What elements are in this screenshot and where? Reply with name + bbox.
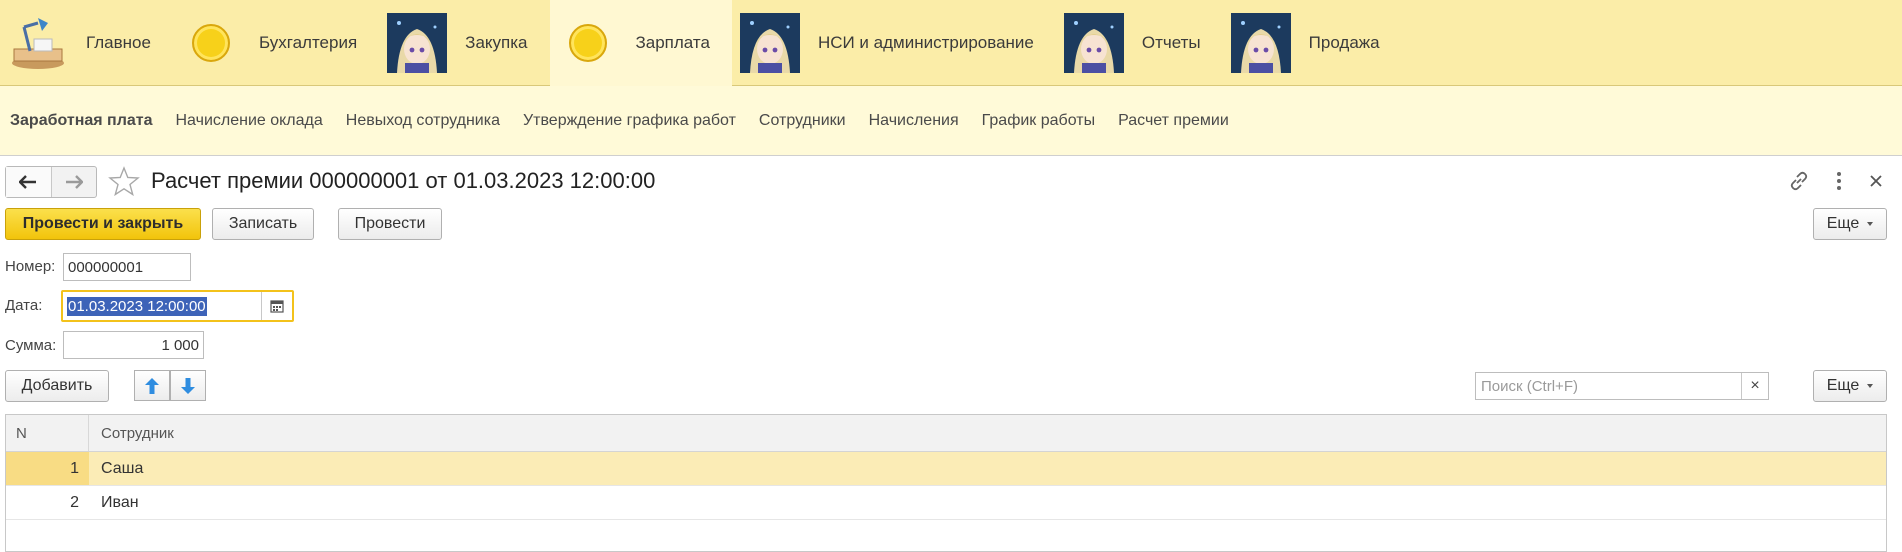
- calendar-icon: [270, 300, 284, 313]
- section-label: Зарплата: [635, 32, 710, 52]
- number-field[interactable]: 000000001: [63, 253, 191, 281]
- post-button[interactable]: Провести: [338, 208, 442, 240]
- star-favorite-icon[interactable]: [108, 166, 140, 196]
- table-header: N Сотрудник: [6, 415, 1886, 452]
- more-label: Еще: [1826, 215, 1860, 232]
- arrow-left-icon: [19, 175, 37, 189]
- chevron-down-icon: [1867, 222, 1874, 226]
- section-main[interactable]: Главное: [0, 0, 173, 86]
- avatar-icon: [1230, 12, 1291, 73]
- cmd-bonus-calc[interactable]: Расчет премии: [1118, 112, 1229, 130]
- date-label: Дата:: [5, 297, 43, 314]
- row-number: 2: [70, 493, 79, 511]
- clear-search-button[interactable]: ×: [1741, 373, 1768, 399]
- section-sales[interactable]: Продажа: [1223, 0, 1402, 86]
- coin-icon: [558, 13, 618, 73]
- column-header-n[interactable]: N: [6, 415, 89, 451]
- row-employee: Саша: [101, 459, 144, 477]
- table-more-button[interactable]: Еще: [1813, 370, 1887, 402]
- row-employee: Иван: [101, 493, 139, 511]
- search-input[interactable]: Поиск (Ctrl+F) ×: [1475, 372, 1769, 400]
- desk-lamp-icon: [8, 13, 68, 73]
- forward-button[interactable]: [52, 167, 97, 197]
- section-label: Продажа: [1308, 32, 1380, 52]
- more-button[interactable]: Еще: [1813, 208, 1887, 240]
- section-label: НСИ и администрирование: [817, 32, 1034, 52]
- command-panel: Заработная плата Начисление оклада Невых…: [0, 86, 1902, 156]
- more-vertical-icon[interactable]: [1828, 170, 1850, 192]
- calendar-button[interactable]: [261, 292, 292, 320]
- employees-table: N Сотрудник 1 Саша 2 Иван: [5, 414, 1887, 552]
- arrow-down-icon: [181, 377, 195, 394]
- section-admin[interactable]: НСИ и администрирование: [732, 0, 1056, 86]
- arrow-up-icon: [145, 377, 159, 394]
- section-label: Закупка: [465, 32, 528, 52]
- section-salary[interactable]: Зарплата: [549, 0, 732, 86]
- arrow-right-icon: [65, 175, 83, 189]
- add-row-button[interactable]: Добавить: [5, 370, 109, 402]
- cmd-work-schedule[interactable]: График работы: [982, 112, 1095, 130]
- chevron-down-icon: [1867, 384, 1874, 388]
- table-row[interactable]: 1 Саша: [6, 452, 1886, 486]
- cmd-employees[interactable]: Сотрудники: [759, 112, 846, 130]
- date-field[interactable]: 01.03.2023 12:00:00: [61, 290, 294, 322]
- table-row[interactable]: 2 Иван: [6, 486, 1886, 520]
- close-icon[interactable]: [1865, 170, 1887, 192]
- page-title: Расчет премии 000000001 от 01.03.2023 12…: [151, 168, 656, 193]
- row-number: 1: [6, 452, 89, 485]
- cmd-schedule-approval[interactable]: Утверждение графика работ: [523, 112, 736, 130]
- search-placeholder: Поиск (Ctrl+F): [1481, 377, 1578, 395]
- avatar-icon: [387, 12, 448, 73]
- cmd-employee-absence[interactable]: Невыход сотрудника: [346, 112, 500, 130]
- section-reports[interactable]: Отчеты: [1056, 0, 1223, 86]
- link-icon[interactable]: [1788, 170, 1810, 192]
- post-and-close-button[interactable]: Провести и закрыть: [5, 208, 201, 240]
- avatar-icon: [739, 12, 800, 73]
- column-header-employee[interactable]: Сотрудник: [89, 425, 174, 442]
- move-down-button[interactable]: [170, 370, 206, 401]
- section-accounting[interactable]: Бухгалтерия: [173, 0, 379, 86]
- section-purchase[interactable]: Закупка: [379, 0, 549, 86]
- date-value: 01.03.2023 12:00:00: [67, 296, 207, 316]
- sections-panel: Главное Бухгалтерия Закупка Зарплата НСИ…: [0, 0, 1902, 86]
- sum-field[interactable]: 1 000: [63, 331, 204, 359]
- cmd-salary[interactable]: Заработная плата: [10, 112, 153, 130]
- section-label: Отчеты: [1141, 32, 1201, 52]
- number-label: Номер:: [5, 258, 56, 275]
- avatar-icon: [1063, 12, 1124, 73]
- nav-buttons: [5, 166, 97, 198]
- sum-label: Сумма:: [5, 337, 57, 354]
- section-label: Главное: [86, 32, 151, 52]
- back-button[interactable]: [6, 167, 52, 197]
- cmd-accruals[interactable]: Начисления: [869, 112, 959, 130]
- save-button[interactable]: Записать: [212, 208, 314, 240]
- move-up-button[interactable]: [134, 370, 170, 401]
- coin-icon: [181, 13, 241, 73]
- more-label: Еще: [1826, 377, 1860, 394]
- section-label: Бухгалтерия: [258, 32, 358, 52]
- cmd-salary-accrual[interactable]: Начисление оклада: [176, 112, 323, 130]
